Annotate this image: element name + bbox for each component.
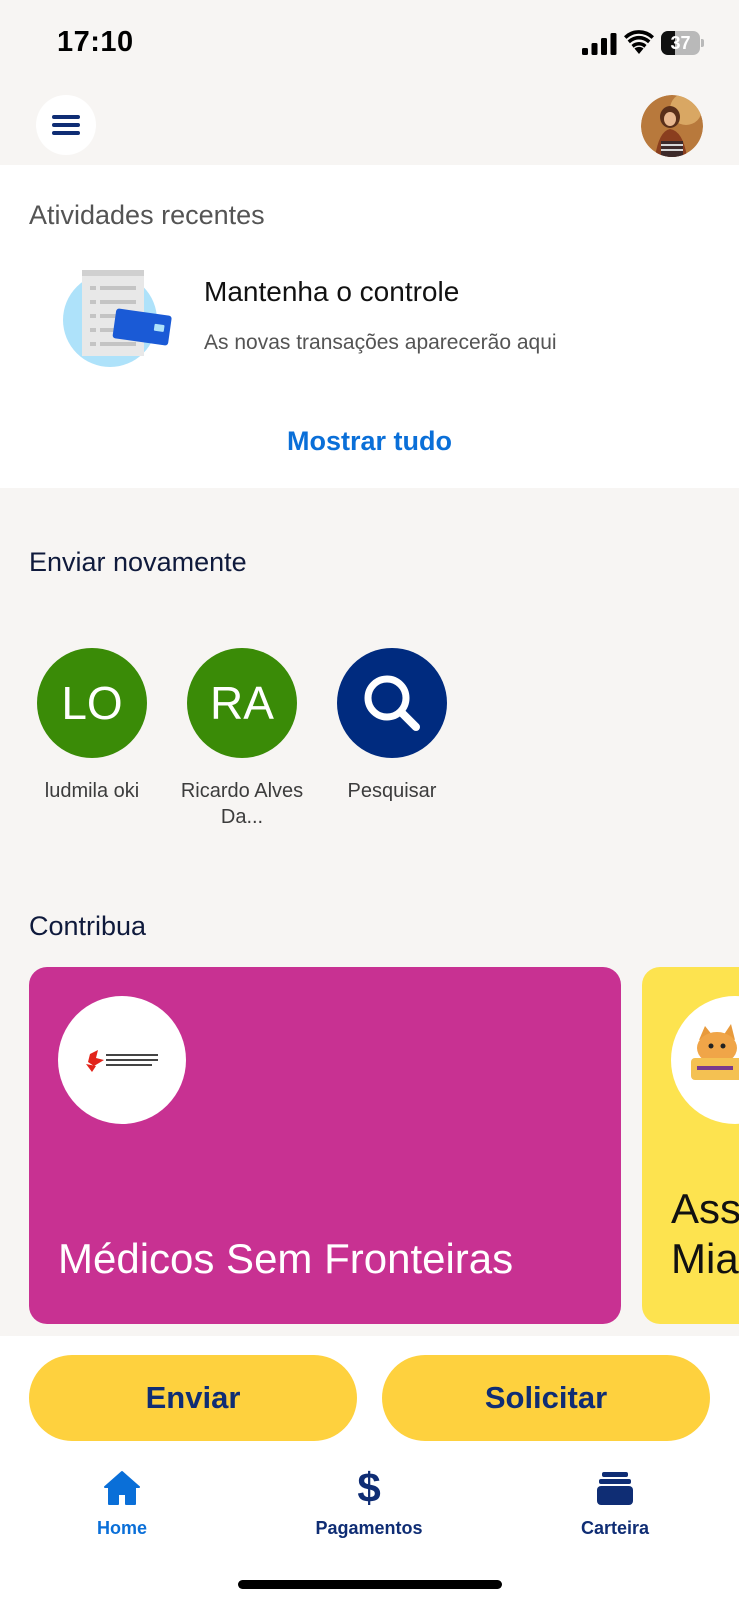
transactions-receipt-card-icon	[63, 270, 172, 367]
contact-name: ludmila oki	[44, 780, 140, 802]
tab-home[interactable]: Home	[42, 1466, 202, 1539]
charity-name: Ass Mia	[671, 1185, 739, 1282]
search-contact-button[interactable]: Pesquisar	[317, 648, 467, 804]
tab-label: Carteira	[580, 1518, 650, 1538]
charity-card[interactable]: Ass Mia	[642, 967, 739, 1324]
send-button[interactable]: Enviar	[29, 1355, 357, 1441]
wifi-icon	[624, 30, 654, 54]
recent-activity-title: Atividades recentes	[29, 200, 265, 230]
request-button[interactable]: Solicitar	[382, 1355, 710, 1441]
status-bar: 17:10 37	[0, 0, 739, 88]
tab-payments[interactable]: $ Pagamentos	[289, 1466, 449, 1539]
home-icon	[104, 1471, 140, 1505]
contact-item[interactable]: LO ludmila oki	[17, 648, 167, 804]
svg-text:$: $	[357, 1466, 380, 1506]
hamburger-menu-icon	[52, 115, 80, 135]
cellular-signal-icon	[582, 33, 617, 55]
contribute-title: Contribua	[29, 911, 147, 941]
msf-logo-icon	[86, 1050, 158, 1072]
bottom-bar: Enviar Solicitar Home $ Pagamentos Carte…	[0, 1336, 739, 1600]
battery-icon: 37	[661, 31, 704, 55]
charity-logo	[58, 996, 186, 1124]
search-circle	[337, 648, 447, 758]
recent-activity-section: Atividades recentes Mantenha o controle …	[0, 165, 739, 488]
contact-name: Ricardo Alves Da...	[180, 780, 304, 828]
wallet-icon	[597, 1472, 633, 1505]
search-label: Pesquisar	[347, 780, 437, 802]
send-again-title: Enviar novamente	[29, 547, 247, 577]
contact-avatar: RA	[187, 648, 297, 758]
profile-avatar[interactable]	[641, 95, 703, 157]
contact-avatar: LO	[37, 648, 147, 758]
charity-name: Médicos Sem Fronteiras	[58, 1235, 514, 1282]
home-indicator	[238, 1580, 502, 1589]
show-all-link[interactable]: Mostrar tudo	[0, 426, 739, 457]
tab-label: Pagamentos	[315, 1518, 423, 1538]
tab-wallet[interactable]: Carteira	[535, 1466, 695, 1539]
battery-percentage: 37	[670, 33, 691, 53]
recent-empty-heading: Mantenha o controle	[204, 276, 460, 307]
cat-logo-icon	[691, 1024, 739, 1080]
contact-item[interactable]: RA Ricardo Alves Da...	[167, 648, 317, 830]
status-time: 17:10	[57, 26, 134, 58]
charity-logo	[671, 996, 739, 1124]
tab-label: Home	[96, 1518, 147, 1538]
dollar-icon: $	[357, 1466, 380, 1506]
menu-button[interactable]	[36, 95, 96, 155]
avatar-photo	[641, 95, 703, 157]
charity-card[interactable]: Médicos Sem Fronteiras	[29, 967, 621, 1324]
search-icon	[364, 675, 420, 731]
recent-empty-subtitle: As novas transações aparecerão aqui	[204, 331, 557, 354]
